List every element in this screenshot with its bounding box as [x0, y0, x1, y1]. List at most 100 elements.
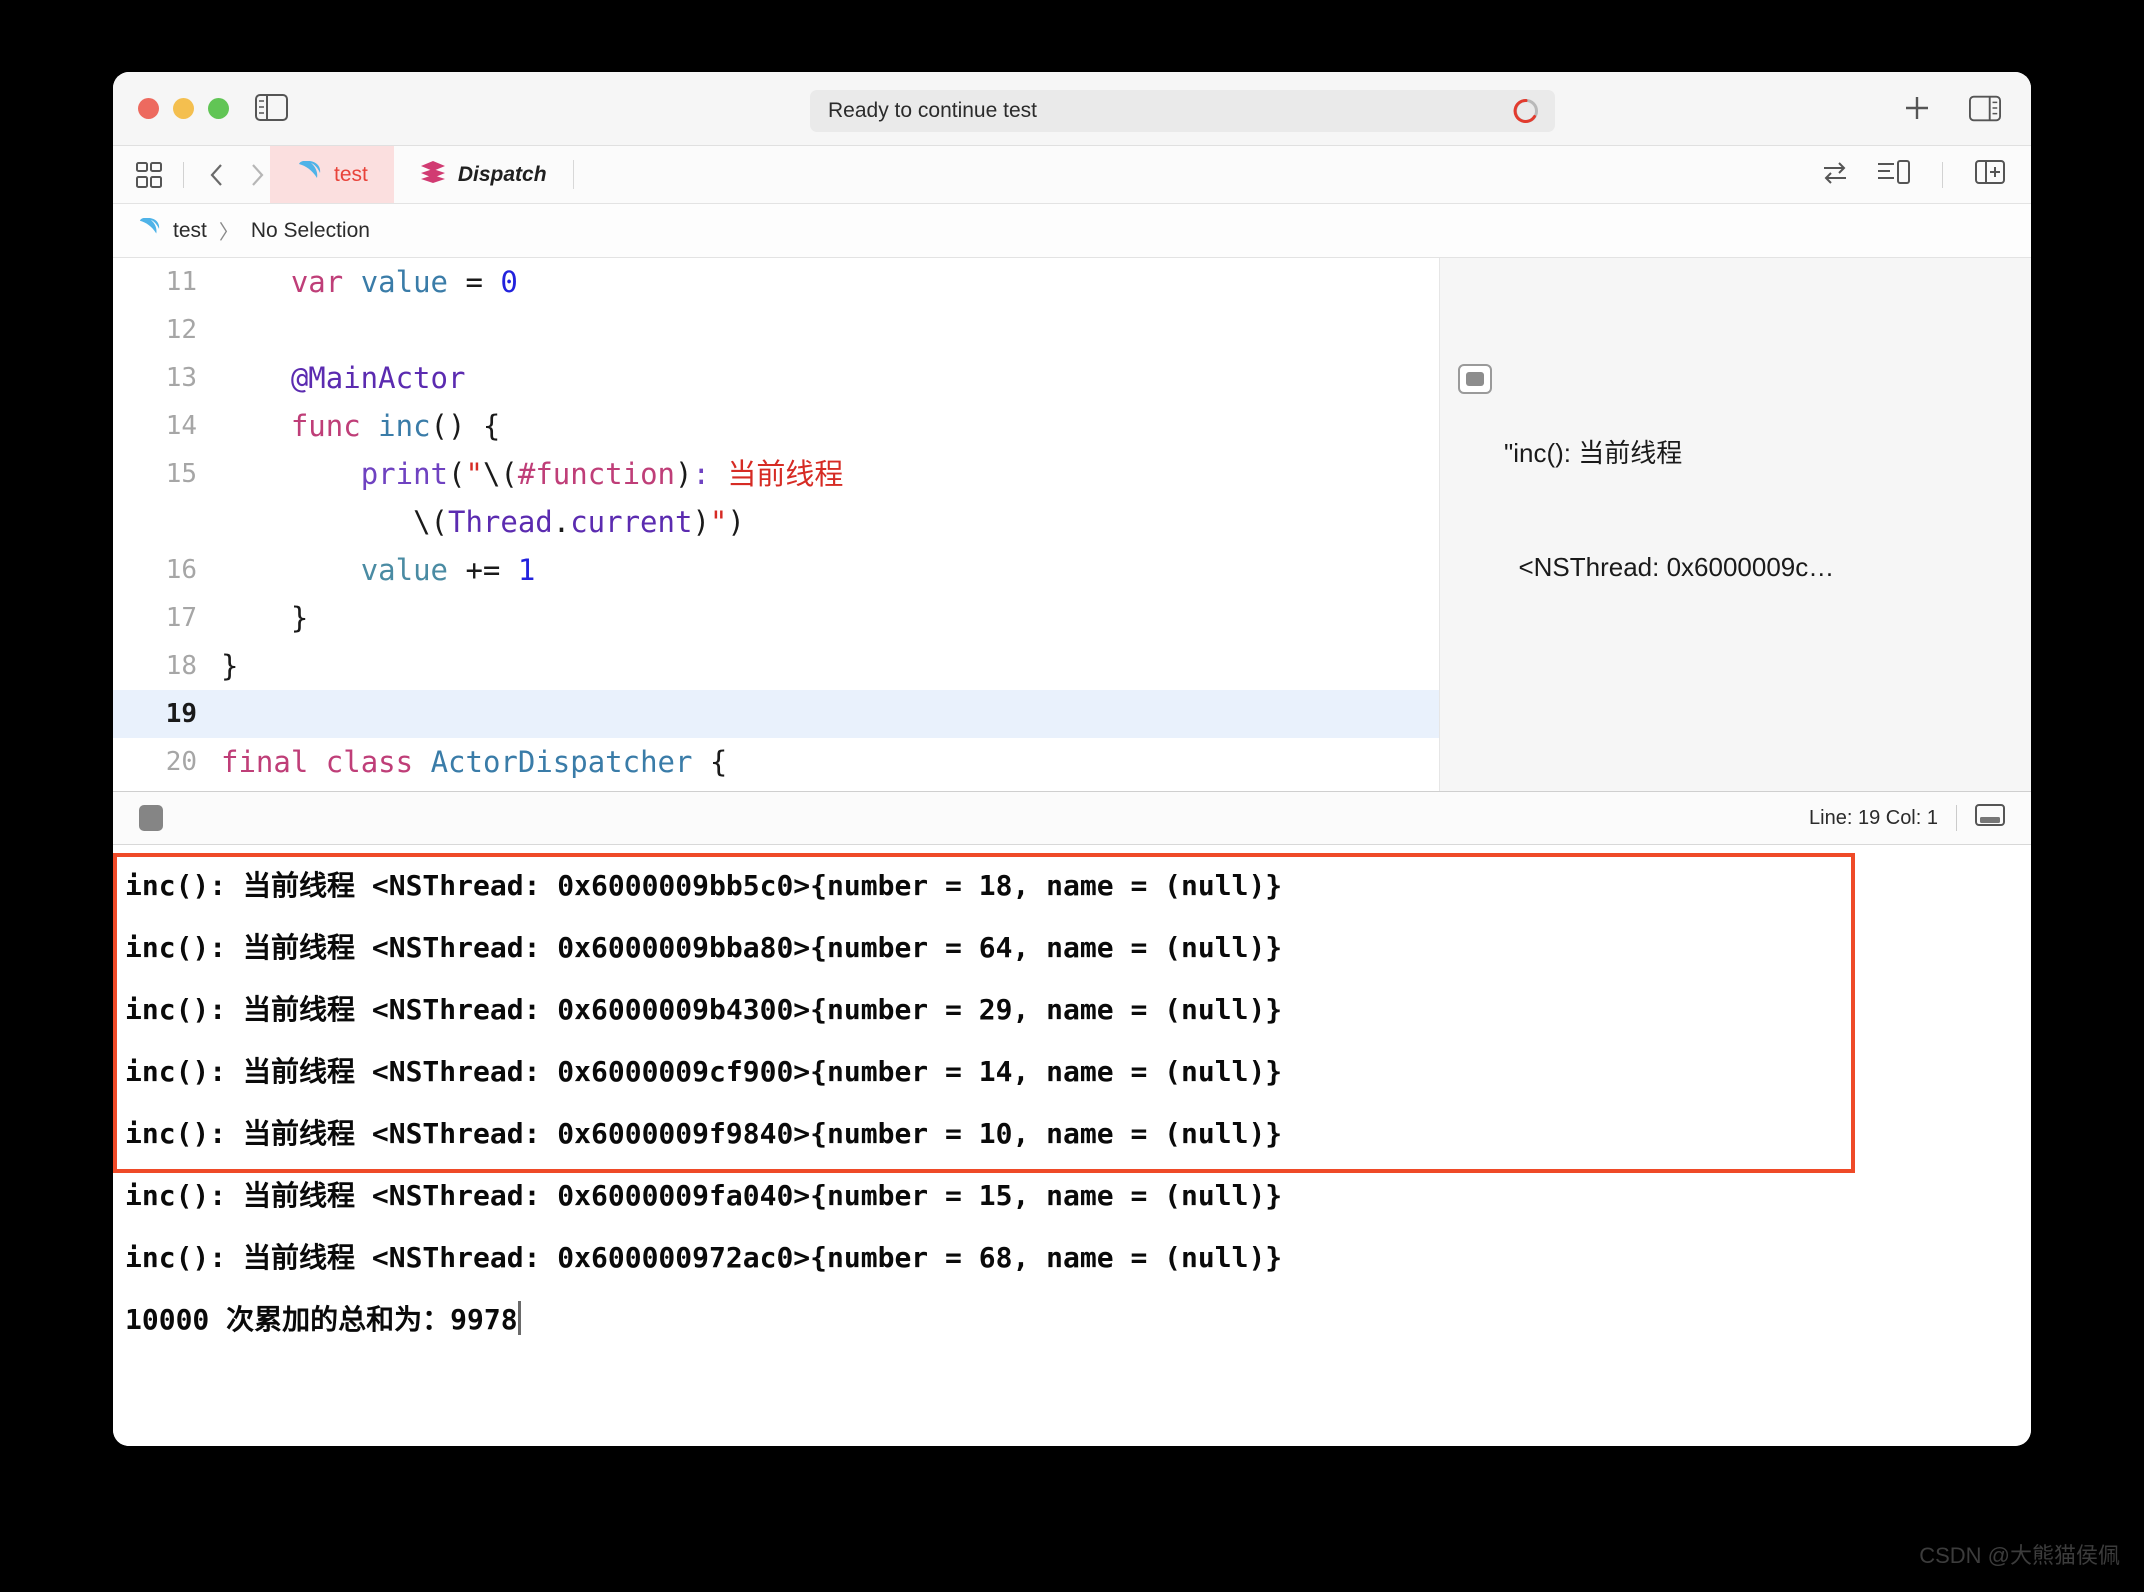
window-titlebar: Ready to continue test — [113, 72, 2031, 146]
console-line: inc(): 当前线程 <NSThread: 0x6000009b4300>{n… — [125, 993, 1283, 1026]
swap-arrows-icon[interactable] — [1820, 159, 1850, 190]
code-text: var value = 0 — [221, 258, 1439, 306]
watermark: CSDN @大熊猫侯佩 — [1919, 1543, 2120, 1568]
code-text: } — [221, 642, 1439, 690]
line-number: 14 — [165, 411, 197, 441]
code-token: = — [448, 265, 501, 299]
code-line[interactable]: 11 var value = 0 — [113, 258, 1439, 306]
code-line[interactable]: 12 — [113, 306, 1439, 354]
inline-results-pane: "inc(): 当前线程 <NSThread: 0x6000009c… — [1440, 258, 2031, 791]
line-number: 20 — [165, 747, 197, 777]
breadcrumb-file[interactable]: test — [173, 219, 207, 243]
breadcrumb[interactable]: test 〉 No Selection — [113, 204, 2031, 258]
code-line[interactable]: 19 — [113, 690, 1439, 738]
inspector-right-icon[interactable] — [1969, 92, 2001, 124]
code-token: var — [290, 265, 344, 299]
console-line: inc(): 当前线程 <NSThread: 0x6000009cf900>{n… — [125, 1055, 1283, 1088]
sidebar-left-icon[interactable] — [255, 94, 288, 121]
code-token: \( — [413, 505, 448, 539]
chevron-left-icon[interactable] — [204, 160, 230, 190]
line-number: 12 — [165, 315, 197, 345]
console-line: inc(): 当前线程 <NSThread: 0x6000009f9840>{n… — [125, 1117, 1283, 1150]
code-token: print — [360, 457, 448, 491]
traffic-lights — [138, 98, 229, 119]
breadcrumb-selection[interactable]: No Selection — [251, 219, 370, 243]
code-token: ) — [675, 457, 693, 491]
code-token: ) — [727, 505, 745, 539]
code-token: } — [221, 601, 309, 635]
code-line[interactable]: 16 value += 1 — [113, 546, 1439, 594]
code-token: \( — [482, 457, 518, 491]
code-text: final class ActorDispatcher { — [221, 738, 1439, 786]
code-line[interactable]: 17 } — [113, 594, 1439, 642]
console-panel-icon[interactable] — [1975, 803, 2005, 833]
editor-tabbar: test Dispatch — [113, 146, 2031, 204]
xcode-window: Ready to continue test test Dispatch tes… — [113, 72, 2031, 1446]
inline-result-line2: <NSThread: 0x6000009c… — [1504, 552, 1835, 582]
tab-label: Dispatch — [457, 162, 547, 186]
console-line: inc(): 当前线程 <NSThread: 0x600000972ac0>{n… — [125, 1241, 1283, 1274]
plus-icon[interactable] — [1901, 92, 1933, 124]
code-line[interactable]: 15 print("\(#function): 当前线程 \(Thread.cu… — [113, 450, 1439, 546]
add-editor-icon[interactable] — [1975, 159, 2005, 190]
line-number: 13 — [165, 363, 197, 393]
code-pane[interactable]: 11 var value = 0 12 13 @MainActor 14 func i… — [113, 258, 1440, 791]
code-line[interactable]: 20 final class ActorDispatcher { — [113, 738, 1439, 786]
tab-dispatch[interactable]: Dispatch — [394, 146, 573, 203]
line-number: 18 — [165, 651, 197, 681]
line-number: 16 — [165, 555, 197, 585]
status-bar[interactable]: Ready to continue test — [810, 90, 1555, 132]
status-text: Ready to continue test — [828, 99, 1037, 122]
chevron-right-icon[interactable] — [244, 160, 270, 190]
line-number: 17 — [165, 603, 197, 633]
console-line: inc(): 当前线程 <NSThread: 0x6000009bba80>{n… — [125, 931, 1283, 964]
tabbar-right-controls — [1820, 146, 2031, 203]
code-token: class — [325, 745, 414, 779]
cursor-position: Line: 19 Col: 1 — [1809, 806, 1938, 829]
text-cursor — [517, 1301, 521, 1335]
code-token: } — [221, 649, 239, 683]
line-number: 11 — [165, 267, 197, 297]
code-token: @MainActor — [290, 361, 466, 395]
inline-result-line1: "inc(): 当前线程 — [1504, 438, 1683, 468]
debug-bar-right: Line: 19 Col: 1 — [1809, 803, 2031, 833]
grid-view-icon[interactable] — [135, 161, 163, 189]
divider — [1942, 161, 1943, 188]
console-output[interactable]: inc(): 当前线程 <NSThread: 0x6000009bb5c0>{n… — [113, 845, 2031, 1446]
code-token: . — [552, 505, 571, 539]
code-token: 当前线程 — [727, 457, 844, 491]
layers-stack-icon — [420, 160, 446, 190]
editor-options-icon[interactable] — [1876, 159, 1910, 190]
inline-result-annotation[interactable]: "inc(): 当前线程 <NSThread: 0x6000009c… — [1458, 358, 1858, 662]
code-token: { — [692, 745, 728, 779]
code-line[interactable]: 18} — [113, 642, 1439, 690]
code-text: value += 1 — [221, 546, 1439, 594]
code-token: inc — [378, 409, 431, 443]
code-token: current — [570, 505, 693, 539]
debug-bar: Line: 19 Col: 1 — [113, 791, 2031, 845]
line-number: 15 — [165, 459, 197, 489]
zoom-button[interactable] — [208, 98, 229, 119]
swift-bird-icon — [296, 160, 322, 189]
code-token: ( — [448, 457, 466, 491]
code-line[interactable]: 13 @MainActor — [113, 354, 1439, 402]
minimize-button[interactable] — [173, 98, 194, 119]
code-token: : — [692, 457, 710, 491]
breadcrumb-separator: 〉 — [218, 222, 239, 244]
close-button[interactable] — [138, 98, 159, 119]
tabbar-left-controls — [113, 146, 270, 203]
tab-test[interactable]: test — [270, 146, 394, 203]
code-token: ActorDispatcher — [430, 745, 693, 779]
value-chip-icon[interactable] — [1458, 364, 1492, 394]
stop-square-icon[interactable] — [139, 805, 163, 831]
code-line[interactable]: 14 func inc() { — [113, 402, 1439, 450]
